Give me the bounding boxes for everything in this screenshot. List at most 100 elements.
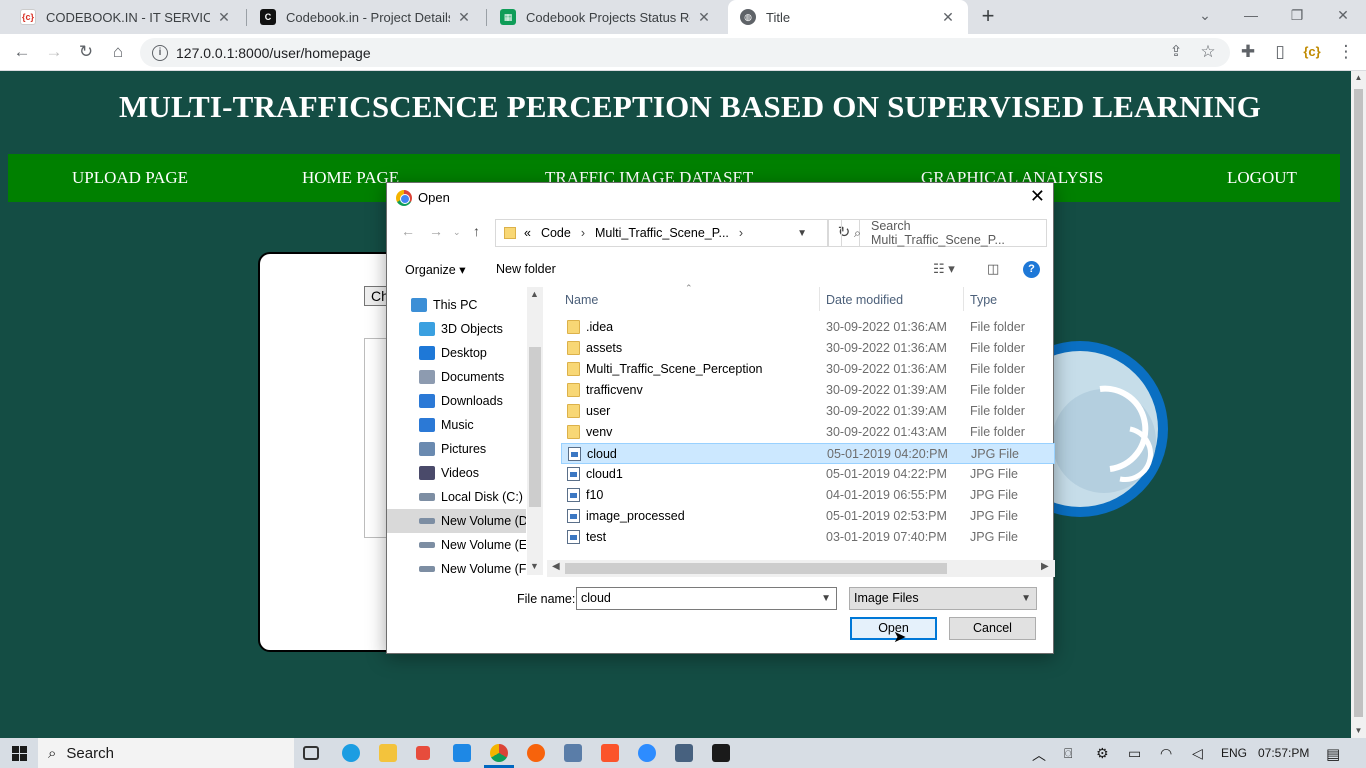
- codebook-extension-icon[interactable]: {c}: [1300, 40, 1324, 64]
- breadcrumb-item-project[interactable]: Multi_Traffic_Scene_P...: [595, 226, 729, 240]
- cancel-button[interactable]: Cancel: [949, 617, 1036, 640]
- scroll-up-icon[interactable]: ▲: [530, 289, 539, 299]
- scrollbar-thumb[interactable]: [529, 347, 541, 507]
- tab-search-icon[interactable]: ⌄: [1182, 0, 1228, 34]
- minimize-button[interactable]: —: [1228, 0, 1274, 34]
- help-icon[interactable]: ?: [1023, 261, 1040, 278]
- nav-music[interactable]: Music: [387, 413, 526, 437]
- column-header-date[interactable]: Date modified: [826, 293, 903, 307]
- scroll-right-icon[interactable]: ▶: [1041, 561, 1049, 572]
- tab-status-report[interactable]: ▦ Codebook Projects Status Report ✕: [488, 0, 724, 34]
- chevron-down-icon[interactable]: ▼: [1021, 588, 1031, 609]
- file-row[interactable]: trafficvenv 30-09-2022 01:39:AM File fol…: [561, 380, 1055, 401]
- scroll-down-icon[interactable]: ▼: [1351, 726, 1366, 735]
- breadcrumb-overflow[interactable]: «: [524, 226, 531, 240]
- menu-icon[interactable]: ⋮: [1334, 40, 1358, 64]
- file-name-input[interactable]: cloud ▼: [576, 587, 837, 610]
- column-divider[interactable]: [819, 287, 820, 311]
- notifications-icon[interactable]: ▤: [1326, 745, 1340, 763]
- file-row[interactable]: venv 30-09-2022 01:43:AM File folder: [561, 422, 1055, 443]
- file-row[interactable]: user 30-09-2022 01:39:AM File folder: [561, 401, 1055, 422]
- breadcrumb[interactable]: « Code › Multi_Traffic_Scene_P... › ▼: [495, 219, 828, 247]
- vscode-icon[interactable]: [453, 744, 471, 762]
- reload-button[interactable]: ↻: [74, 40, 98, 64]
- back-arrow-icon[interactable]: ←: [401, 223, 415, 239]
- column-divider[interactable]: [963, 287, 964, 311]
- close-icon[interactable]: ✕: [940, 9, 956, 26]
- dialog-close-icon[interactable]: ✕: [1030, 186, 1045, 207]
- nav-desktop[interactable]: Desktop: [387, 341, 526, 365]
- file-row[interactable]: image_processed 05-01-2019 02:53:PM JPG …: [561, 506, 1055, 527]
- nav-upload-page[interactable]: UPLOAD PAGE: [72, 168, 188, 188]
- navigation-scrollbar[interactable]: ▲ ▼: [527, 287, 543, 575]
- chevron-up-icon[interactable]: ︿: [1032, 745, 1046, 765]
- file-row[interactable]: assets 30-09-2022 01:36:AM File folder: [561, 338, 1055, 359]
- dialog-titlebar[interactable]: Open ✕: [387, 183, 1053, 213]
- nav-videos[interactable]: Videos: [387, 461, 526, 485]
- scrollbar-thumb[interactable]: [565, 563, 947, 574]
- file-row[interactable]: test 03-01-2019 07:40:PM JPG File: [561, 527, 1055, 548]
- zoom-icon[interactable]: [638, 744, 656, 762]
- brave-icon[interactable]: [601, 744, 619, 762]
- new-tab-button[interactable]: +: [976, 5, 1000, 29]
- nav-home-page[interactable]: HOME PAGE: [302, 168, 399, 188]
- settings-icon[interactable]: ⚙: [1096, 745, 1109, 762]
- file-row[interactable]: cloud1 05-01-2019 04:22:PM JPG File: [561, 464, 1055, 485]
- edge-icon[interactable]: [342, 744, 360, 762]
- app-icon[interactable]: [416, 746, 430, 760]
- tab-project-details[interactable]: C Codebook.in - Project Details ✕: [248, 0, 484, 34]
- nav-new-volume-d[interactable]: New Volume (D:: [387, 509, 526, 533]
- app-icon[interactable]: [564, 744, 582, 762]
- camera-icon[interactable]: ⌼: [1064, 745, 1072, 762]
- address-bar[interactable]: i 127.0.0.1:8000/user/homepage: [140, 38, 1230, 67]
- nav-downloads[interactable]: Downloads: [387, 389, 526, 413]
- taskbar-search[interactable]: ⌕ Search: [38, 738, 294, 768]
- volume-icon[interactable]: ◁: [1192, 745, 1203, 762]
- nav-local-disk-c[interactable]: Local Disk (C:): [387, 485, 526, 509]
- chevron-down-icon[interactable]: ▼: [821, 588, 831, 609]
- column-header-type[interactable]: Type: [970, 293, 997, 307]
- search-app-icon[interactable]: [527, 744, 545, 762]
- battery-icon[interactable]: ▭: [1128, 745, 1141, 762]
- restore-button[interactable]: ❐: [1274, 0, 1320, 34]
- forward-button[interactable]: →: [42, 40, 66, 64]
- chevron-down-icon[interactable]: ▼: [797, 228, 807, 239]
- file-row[interactable]: f10 04-01-2019 06:55:PM JPG File: [561, 485, 1055, 506]
- file-row[interactable]: .idea 30-09-2022 01:36:AM File folder: [561, 317, 1055, 338]
- side-panel-icon[interactable]: ▯: [1268, 40, 1292, 64]
- nav-new-volume-e[interactable]: New Volume (E:): [387, 533, 526, 557]
- nav-3d-objects[interactable]: 3D Objects: [387, 317, 526, 341]
- app-icon[interactable]: [675, 744, 693, 762]
- forward-arrow-icon[interactable]: →: [429, 223, 443, 239]
- nav-pictures[interactable]: Pictures: [387, 437, 526, 461]
- organize-button[interactable]: Organize ▾: [405, 262, 465, 277]
- file-type-select[interactable]: Image Files ▼: [849, 587, 1037, 610]
- up-arrow-icon[interactable]: ↑: [473, 223, 480, 239]
- extensions-icon[interactable]: ✚: [1236, 40, 1260, 64]
- new-folder-button[interactable]: New folder: [496, 262, 556, 276]
- nav-new-volume-f[interactable]: New Volume (F:): [387, 557, 526, 581]
- share-icon[interactable]: ⇪: [1164, 40, 1188, 64]
- nav-logout[interactable]: LOGOUT: [1227, 168, 1297, 188]
- breadcrumb-item-code[interactable]: Code: [541, 226, 571, 240]
- page-scrollbar[interactable]: ▲ ▼: [1351, 71, 1366, 738]
- close-icon[interactable]: ✕: [216, 9, 232, 26]
- windows-start-icon[interactable]: [12, 746, 27, 761]
- file-row[interactable]: Multi_Traffic_Scene_Perception 30-09-202…: [561, 359, 1055, 380]
- tab-title-active[interactable]: ◍ Title ✕: [728, 0, 968, 34]
- scrollbar-thumb[interactable]: [1354, 89, 1363, 717]
- nav-documents[interactable]: Documents: [387, 365, 526, 389]
- home-button[interactable]: ⌂: [106, 40, 130, 64]
- column-header-name[interactable]: Name: [565, 293, 598, 307]
- chrome-taskbar-icon[interactable]: [490, 744, 508, 762]
- file-explorer-icon[interactable]: [379, 744, 397, 762]
- file-row-selected[interactable]: cloud 05-01-2019 04:20:PM JPG File: [561, 443, 1055, 464]
- scroll-left-icon[interactable]: ◀: [552, 561, 560, 572]
- recent-locations-icon[interactable]: ⌄: [453, 227, 461, 238]
- wifi-icon[interactable]: ◠: [1160, 745, 1172, 762]
- back-button[interactable]: ←: [10, 40, 34, 64]
- scroll-down-icon[interactable]: ▼: [530, 561, 539, 571]
- bookmark-star-icon[interactable]: ☆: [1196, 40, 1220, 64]
- task-view-icon[interactable]: [303, 746, 319, 760]
- language-indicator[interactable]: ENG: [1221, 746, 1247, 760]
